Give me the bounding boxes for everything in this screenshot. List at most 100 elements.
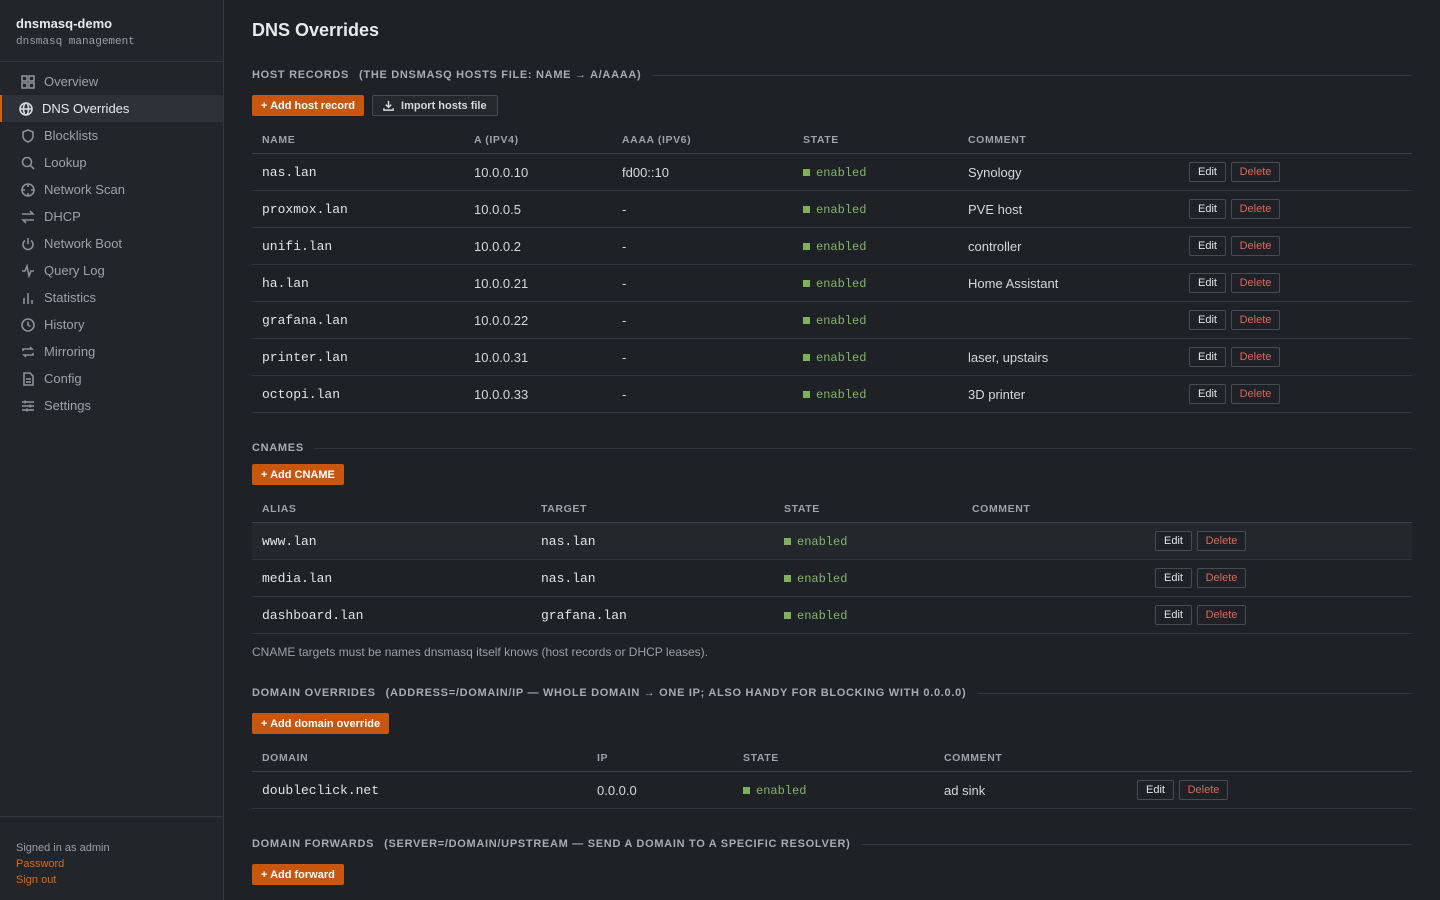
edit-button[interactable]: Edit	[1155, 568, 1192, 588]
sidebar-item-statistics[interactable]: Statistics	[0, 284, 223, 311]
add-domain-override-button[interactable]: + Add domain override	[252, 713, 390, 734]
delete-button[interactable]: Delete	[1230, 199, 1281, 219]
sidebar-item-network-scan[interactable]: Network Scan	[0, 176, 223, 203]
status-text: enabled	[797, 534, 848, 549]
comment-cell: 3D printer	[958, 375, 1179, 413]
delete-button[interactable]: Delete	[1230, 384, 1281, 404]
download-icon	[383, 100, 394, 111]
section-subtitle: (server=/domain/upstream — send a domain…	[384, 838, 851, 850]
actions-cell: Edit Delete	[1179, 264, 1412, 302]
cnames-table: Alias Target State Comment www.lan nas.la…	[252, 503, 1412, 634]
sidebar-item-config[interactable]: Config	[0, 365, 223, 392]
table-header-row: Domain IP State Comment	[252, 752, 1412, 772]
status-dot-icon	[803, 280, 810, 288]
comment-cell	[962, 596, 1145, 634]
sidebar-item-label: DNS Overrides	[42, 101, 130, 116]
sidebar-item-mirroring[interactable]: Mirroring	[0, 338, 223, 365]
edit-button[interactable]: Edit	[1189, 347, 1226, 367]
edit-button[interactable]: Edit	[1189, 162, 1226, 182]
edit-button[interactable]: Edit	[1137, 780, 1174, 800]
name-cell: proxmox.lan	[252, 190, 464, 228]
section-heading: Host records (the dnsmasq hosts file: na…	[252, 69, 1412, 81]
table-row: www.lan nas.lan enabled Edit Delete	[252, 522, 1412, 560]
add-cname-button[interactable]: + Add CNAME	[252, 464, 344, 485]
table-row: ha.lan 10.0.0.21- enabled Home Assistant Edi…	[252, 264, 1412, 302]
sidebar-item-dhcp[interactable]: DHCP	[0, 203, 223, 230]
edit-button[interactable]: Edit	[1155, 605, 1192, 625]
edit-button[interactable]: Edit	[1155, 531, 1192, 551]
sidebar-item-label: Statistics	[44, 290, 97, 305]
table-row: printer.lan 10.0.0.31- enabled laser, upsta…	[252, 338, 1412, 376]
sidebar-item-blocklists[interactable]: Blocklists	[0, 122, 223, 149]
state-cell: enabled	[793, 264, 958, 302]
divider	[977, 692, 1412, 694]
add-forward-button[interactable]: + Add forward	[252, 864, 344, 885]
sign-out-link[interactable]: Sign out	[16, 872, 207, 888]
table-row: grafana.lan 10.0.0.22- enabled Edit Delete	[252, 301, 1412, 339]
import-hosts-file-button[interactable]: Import hosts file	[372, 95, 498, 116]
sidebar-item-dns-overrides[interactable]: DNS Overrides	[0, 95, 223, 122]
edit-button[interactable]: Edit	[1189, 384, 1226, 404]
sidebar-item-label: History	[44, 317, 85, 332]
edit-button[interactable]: Edit	[1189, 236, 1226, 256]
sidebar-item-overview[interactable]: Overview	[0, 68, 223, 95]
status-badge: enabled	[784, 572, 847, 586]
sidebar-item-query-log[interactable]: Query Log	[0, 257, 223, 284]
actions-cell: Edit Delete	[1145, 559, 1412, 597]
sliders-icon	[20, 398, 35, 413]
comment-cell: Home Assistant	[958, 264, 1179, 302]
delete-button[interactable]: Delete	[1196, 568, 1247, 588]
target-cell: nas.lan	[531, 522, 774, 560]
delete-button[interactable]: Delete	[1178, 780, 1229, 800]
column-header: Comment	[962, 503, 1145, 523]
sidebar-item-history[interactable]: History	[0, 311, 223, 338]
actions-cell: Edit Delete	[1179, 153, 1412, 191]
name-cell: octopi.lan	[252, 375, 464, 413]
edit-button[interactable]: Edit	[1189, 199, 1226, 219]
ipv4-cell: 10.0.0.21	[464, 264, 612, 302]
app-name: dnsmasq-demo	[16, 16, 113, 31]
delete-button[interactable]: Delete	[1196, 531, 1247, 551]
actions-cell: Edit Delete	[1179, 338, 1412, 376]
ipv6-cell: -	[612, 227, 793, 265]
host-records-table: Name A (IPv4) AAAA (IPv6) State Comment …	[252, 134, 1412, 413]
sidebar-item-lookup[interactable]: Lookup	[0, 149, 223, 176]
actions-cell: Edit Delete	[1145, 596, 1412, 634]
column-header-actions	[1145, 503, 1412, 523]
actions-cell: Edit Delete	[1179, 375, 1412, 413]
status-badge: enabled	[803, 166, 866, 180]
delete-button[interactable]: Delete	[1230, 236, 1281, 256]
comment-cell: controller	[958, 227, 1179, 265]
status-badge: enabled	[803, 277, 866, 291]
repeat-icon	[20, 344, 35, 359]
ipv4-cell: 10.0.0.2	[464, 227, 612, 265]
radar-icon	[20, 182, 35, 197]
status-text: enabled	[816, 202, 867, 217]
sidebar-item-settings[interactable]: Settings	[0, 392, 223, 419]
delete-button[interactable]: Delete	[1230, 273, 1281, 293]
sidebar-item-network-boot[interactable]: Network Boot	[0, 230, 223, 257]
delete-button[interactable]: Delete	[1230, 162, 1281, 182]
table-row: doubleclick.net 0.0.0.0 enabled ad sink Edit…	[252, 771, 1412, 809]
status-text: enabled	[816, 387, 867, 402]
ipv6-cell: -	[612, 190, 793, 228]
sidebar-item-label: Query Log	[44, 263, 105, 278]
edit-button[interactable]: Edit	[1189, 310, 1226, 330]
delete-button[interactable]: Delete	[1230, 310, 1281, 330]
button-row: + Add domain override	[252, 713, 1412, 734]
status-dot-icon	[784, 575, 791, 583]
cnames-section: CNAMEs + Add CNAME Alias Target State Co…	[252, 442, 1412, 659]
column-header: Alias	[252, 503, 531, 523]
password-link[interactable]: Password	[16, 856, 207, 872]
status-text: enabled	[816, 276, 867, 291]
status-text: enabled	[816, 313, 867, 328]
delete-button[interactable]: Delete	[1196, 605, 1247, 625]
edit-button[interactable]: Edit	[1189, 273, 1226, 293]
add-host-record-button[interactable]: + Add host record	[252, 95, 365, 116]
delete-button[interactable]: Delete	[1230, 347, 1281, 367]
actions-cell: Edit Delete	[1145, 522, 1412, 560]
state-cell: enabled	[793, 301, 958, 339]
status-badge: enabled	[803, 314, 866, 328]
status-badge: enabled	[784, 609, 847, 623]
name-cell: grafana.lan	[252, 301, 464, 339]
